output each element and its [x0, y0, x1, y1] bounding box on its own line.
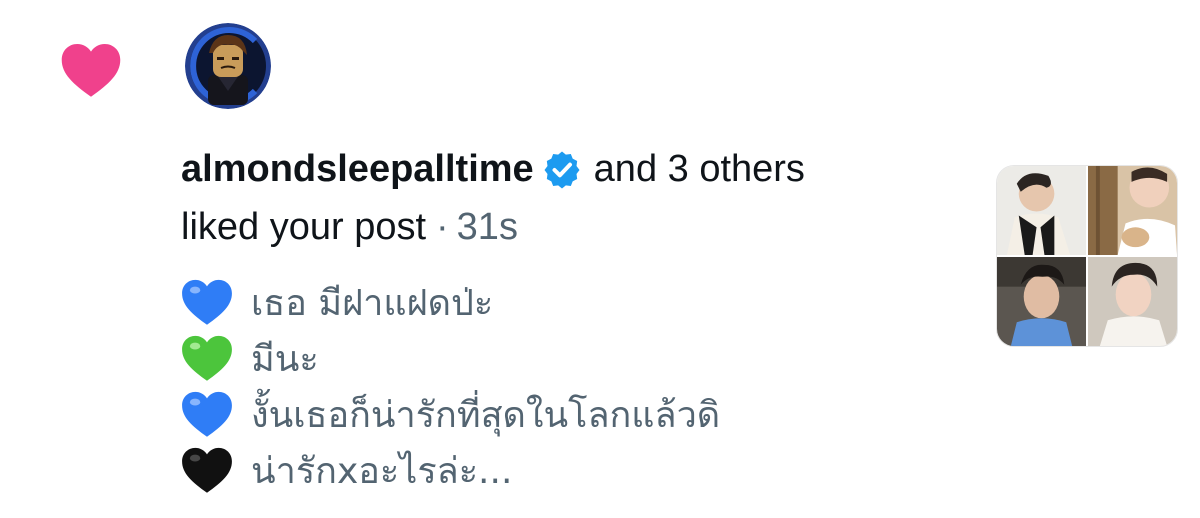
blue-heart-icon — [182, 391, 232, 437]
post-preview[interactable]: เธอ มีฝาแฝดป่ะ มีนะ งั้นเธอก็น่ารักที่สุ… — [181, 274, 720, 498]
blue-heart-icon — [182, 279, 232, 325]
notification-subline: liked your post · 31s — [181, 201, 518, 253]
timestamp: 31s — [456, 206, 518, 248]
post-line-text: น่ารักxอะไรล่ะ... — [251, 450, 513, 492]
photo-tile — [1088, 257, 1177, 346]
separator-dot: · — [436, 206, 449, 248]
post-line: เธอ มีฝาแฝดป่ะ — [181, 274, 720, 330]
post-line-text: งั้นเธอก็น่ารักที่สุดในโลกแล้วดิ — [251, 394, 721, 436]
post-line-text: มีนะ — [251, 338, 319, 380]
photo-tile — [997, 166, 1086, 255]
others-count-text[interactable]: and 3 others — [594, 143, 805, 195]
post-line: น่ารักxอะไรล่ะ... — [181, 442, 720, 498]
post-line-text: เธอ มีฝาแฝดป่ะ — [251, 282, 494, 324]
black-heart-icon — [182, 447, 232, 493]
green-heart-icon — [182, 335, 232, 381]
post-thumbnail[interactable] — [996, 165, 1178, 347]
verified-badge-icon — [544, 151, 580, 189]
post-line: มีนะ — [181, 330, 720, 386]
photo-tile — [997, 257, 1086, 346]
username-link[interactable]: almondsleepalltime — [181, 143, 534, 195]
heart-icon — [61, 44, 121, 97]
photo-tile — [1088, 166, 1177, 255]
notification-header: almondsleepalltime and 3 others — [181, 143, 805, 195]
avatar[interactable] — [185, 23, 271, 109]
action-text: liked your post — [181, 206, 427, 248]
post-line: งั้นเธอก็น่ารักที่สุดในโลกแล้วดิ — [181, 386, 720, 442]
